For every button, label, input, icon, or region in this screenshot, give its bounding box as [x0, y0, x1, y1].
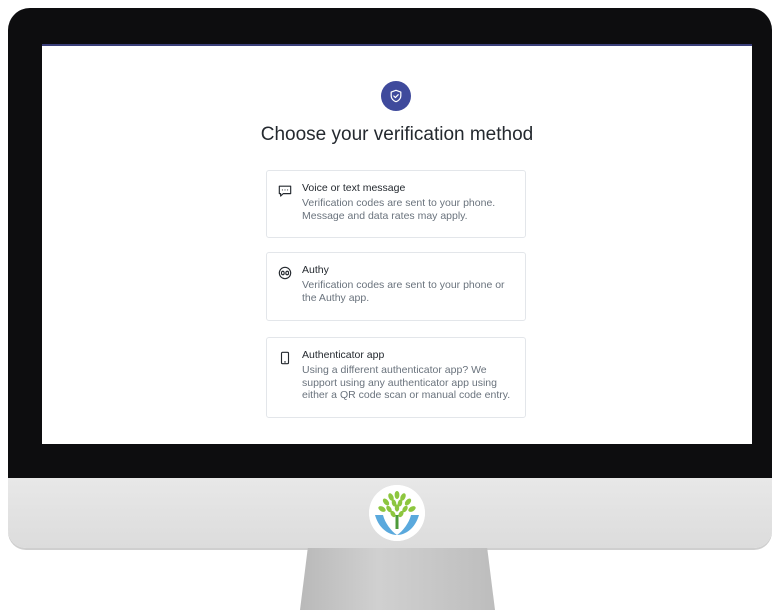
page-title: Choose your verification method	[260, 124, 534, 145]
method-description: Verification codes are sent to your phon…	[302, 279, 505, 304]
method-description: Using a different authenticator app? We …	[302, 364, 511, 401]
authy-icon	[278, 266, 292, 280]
message-icon	[278, 184, 292, 198]
screen: Choose your verification method Voice or…	[42, 44, 752, 444]
method-title: Authy	[302, 264, 329, 276]
method-title: Voice or text message	[302, 182, 406, 194]
method-authenticator-app[interactable]: Authenticator app Using a different auth…	[266, 337, 526, 418]
method-description: Verification codes are sent to your phon…	[302, 197, 496, 222]
shield-check-icon	[381, 81, 411, 111]
phone-icon	[278, 351, 292, 365]
tree-logo-icon	[369, 485, 425, 541]
method-authy[interactable]: Authy Verification codes are sent to you…	[266, 252, 526, 321]
method-title: Authenticator app	[302, 349, 385, 361]
monitor-stand	[300, 548, 495, 610]
method-voice-text[interactable]: Voice or text message Verification codes…	[266, 170, 526, 238]
